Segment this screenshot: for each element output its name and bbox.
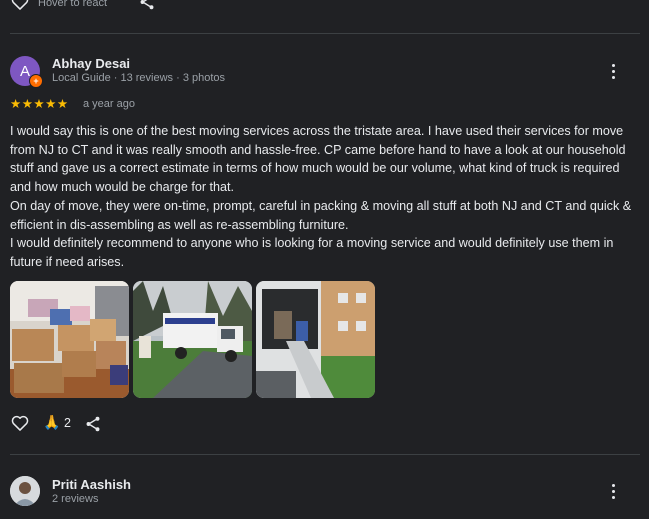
review-actions: 🙏 2 — [10, 413, 120, 435]
review-divider — [10, 33, 640, 34]
reviewer-name[interactable]: Priti Aashish — [52, 477, 131, 492]
review-date: a year ago — [83, 98, 135, 110]
review-divider — [10, 454, 640, 455]
moving-boxes-photo[interactable] — [10, 281, 129, 398]
folded-hands-icon[interactable]: 🙏 — [43, 414, 60, 431]
reviewer-meta[interactable]: Local Guide · 13 reviews · 3 photos — [52, 72, 225, 84]
review-text: I would say this is one of the best movi… — [10, 122, 635, 272]
local-guide-badge-icon: + — [29, 74, 43, 88]
review-paragraph: I would definitely recommend to anyone w… — [10, 236, 614, 269]
previous-review-actions: Hover to react — [0, 0, 649, 14]
like-heart-icon[interactable] — [9, 413, 31, 433]
reviewer-name[interactable]: Abhay Desai — [52, 56, 130, 71]
truck-ramp-image — [256, 281, 375, 398]
more-options-icon[interactable] — [605, 61, 621, 81]
review-paragraph: On day of move, they were on-time, promp… — [10, 198, 632, 232]
moving-truck-image — [133, 281, 252, 398]
more-options-icon[interactable] — [605, 481, 621, 501]
share-icon[interactable] — [84, 414, 102, 434]
reaction-count: 2 — [64, 416, 71, 430]
hover-to-react-label: Hover to react — [38, 0, 108, 9]
heart-icon[interactable] — [9, 0, 31, 12]
truck-ramp-photo[interactable] — [256, 281, 375, 398]
share-icon[interactable] — [138, 0, 156, 12]
profile-photo — [10, 476, 40, 506]
star-rating: ★★★★★ — [10, 97, 69, 111]
reviewer-avatar[interactable]: A + — [10, 56, 43, 88]
review-paragraph: I would say this is one of the best movi… — [10, 124, 626, 195]
moving-boxes-image — [10, 281, 129, 398]
avatar[interactable] — [10, 476, 40, 506]
moving-truck-photo[interactable] — [133, 281, 252, 398]
reviewer-meta[interactable]: 2 reviews — [52, 493, 98, 505]
